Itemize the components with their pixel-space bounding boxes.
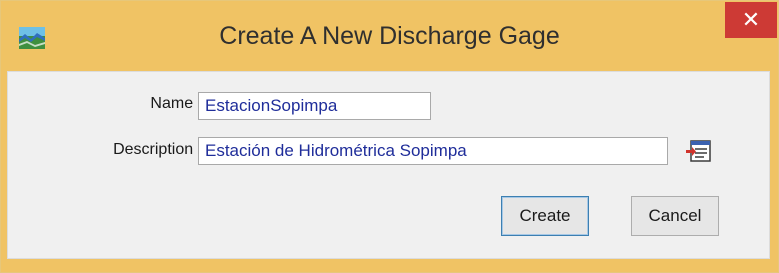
cancel-button[interactable]: Cancel: [631, 196, 719, 236]
title-bar[interactable]: Create A New Discharge Gage ✕: [1, 1, 778, 71]
description-input[interactable]: [198, 137, 668, 165]
close-button[interactable]: ✕: [725, 2, 777, 38]
name-label: Name :: [150, 95, 202, 112]
create-button[interactable]: Create: [501, 196, 589, 236]
dialog-body: Name : Description : Create Cancel: [7, 71, 770, 259]
create-discharge-gage-dialog: Create A New Discharge Gage ✕ Name : Des…: [0, 0, 779, 273]
dialog-title: Create A New Discharge Gage: [219, 22, 560, 50]
text-editor-icon[interactable]: [686, 139, 712, 163]
name-input[interactable]: [198, 92, 431, 120]
close-icon: ✕: [741, 7, 761, 32]
description-label: Description :: [113, 141, 202, 158]
